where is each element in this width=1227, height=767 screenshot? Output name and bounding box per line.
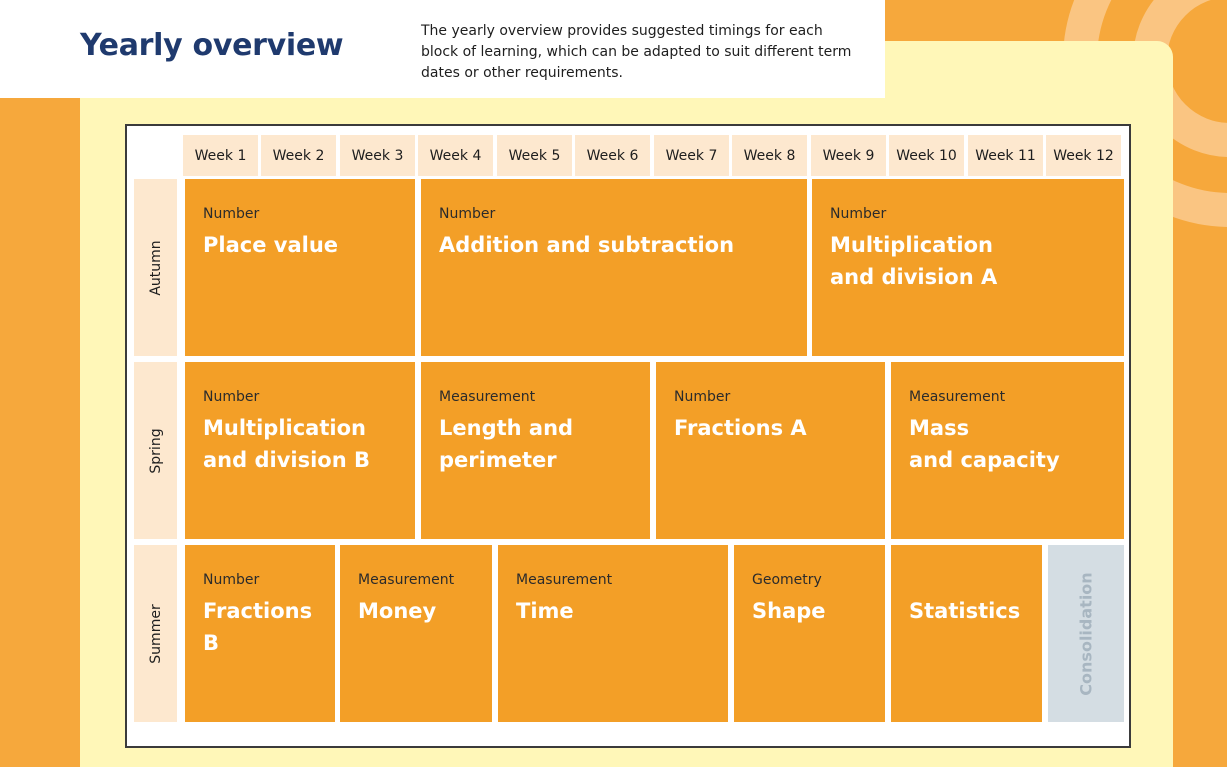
block-category: Measurement	[909, 389, 1006, 405]
block-category: Number	[439, 206, 496, 222]
term-name: Summer	[147, 603, 164, 664]
term-name: Autumn	[147, 239, 164, 296]
block-money: Measurement Money	[340, 545, 492, 722]
block-title: Money	[358, 599, 437, 623]
block-mass-and-capacity: Measurement Mass and capacity	[891, 362, 1124, 539]
week-header: Week 10	[889, 135, 964, 176]
block-title: Fractions B	[203, 599, 313, 655]
term-label-summer: Summer	[134, 545, 177, 722]
week-header: Week 5	[497, 135, 572, 176]
week-header: Week 7	[654, 135, 729, 176]
page-title: Yearly overview	[80, 28, 344, 63]
block-multiplication-and-division-b: Number Multiplication and division B	[185, 362, 415, 539]
block-multiplication-and-division-a: Number Multiplication and division A	[812, 179, 1124, 356]
term-label-spring: Spring	[134, 362, 177, 539]
block-title: Place value	[203, 233, 339, 257]
block-fractions-b: Number Fractions B	[185, 545, 335, 722]
block-title: Statistics	[909, 599, 1021, 623]
block-length-and-perimeter: Measurement Length and perimeter	[421, 362, 650, 539]
block-consolidation: Consolidation	[1048, 545, 1124, 722]
block-category: Number	[674, 389, 731, 405]
block-shape: Geometry Shape	[734, 545, 885, 722]
block-fractions-a: Number Fractions A	[656, 362, 885, 539]
block-addition-and-subtraction: Number Addition and subtraction	[421, 179, 807, 356]
block-title: Mass and capacity	[909, 416, 1060, 472]
block-time: Measurement Time	[498, 545, 728, 722]
block-place-value: Number Place value	[185, 179, 415, 356]
block-category: Number	[203, 206, 260, 222]
week-header: Week 11	[968, 135, 1043, 176]
intro-text: The yearly overview provides suggested t…	[421, 23, 852, 81]
block-category: Measurement	[439, 389, 536, 405]
week-header: Week 6	[575, 135, 650, 176]
block-statistics: Statistics	[891, 545, 1042, 722]
week-header: Week 1	[183, 135, 258, 176]
block-category: Measurement	[358, 572, 455, 588]
block-title: Shape	[752, 599, 826, 623]
block-title: Multiplication and division B	[203, 416, 370, 472]
block-category: Geometry	[752, 572, 822, 588]
consolidation-label: Consolidation	[1076, 571, 1096, 696]
term-label-autumn: Autumn	[134, 179, 177, 356]
week-header: Week 4	[418, 135, 493, 176]
term-name: Spring	[147, 427, 164, 474]
block-category: Measurement	[516, 572, 613, 588]
block-category: Number	[830, 206, 887, 222]
block-category: Number	[203, 572, 260, 588]
block-title: Fractions A	[674, 416, 807, 440]
header-box: Yearly overview The yearly overview prov…	[0, 0, 885, 98]
block-category: Number	[203, 389, 260, 405]
week-header: Week 2	[261, 135, 336, 176]
block-title: Multiplication and division A	[830, 233, 998, 289]
week-header: Week 12	[1046, 135, 1121, 176]
block-title: Length and perimeter	[439, 416, 574, 472]
week-header: Week 9	[811, 135, 886, 176]
week-header: Week 8	[732, 135, 807, 176]
block-title: Addition and subtraction	[439, 233, 735, 257]
block-title: Time	[516, 599, 574, 623]
week-header: Week 3	[340, 135, 415, 176]
